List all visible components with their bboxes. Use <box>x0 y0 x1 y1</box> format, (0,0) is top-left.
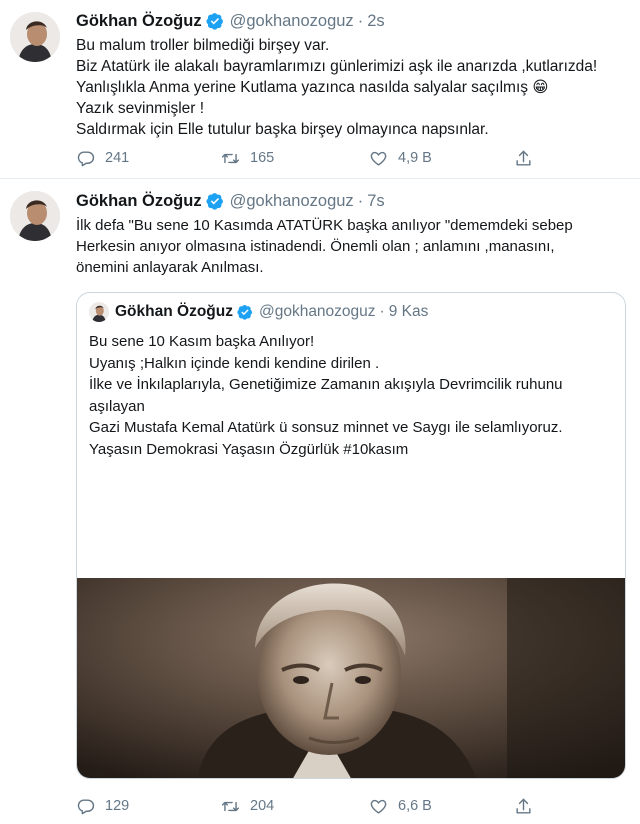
tweet-actions: 241 165 4,9 B <box>76 147 546 169</box>
avatar[interactable] <box>10 12 60 62</box>
author-name[interactable]: Gökhan Özoğuz <box>76 12 202 31</box>
retweet-count: 204 <box>250 798 275 814</box>
share-icon <box>516 798 531 814</box>
separator-dot: · <box>379 303 385 320</box>
author-handle[interactable]: @gokhanozoguz <box>230 12 354 31</box>
separator-dot: · <box>357 11 364 30</box>
reply-count: 241 <box>105 150 130 166</box>
like-count: 4,9 B <box>398 150 432 166</box>
author-name[interactable]: Gökhan Özoğuz <box>76 192 202 211</box>
retweet-icon <box>221 153 240 163</box>
tweet-timestamp[interactable]: 2s <box>367 12 384 31</box>
like-button[interactable]: 6,6 B <box>369 797 432 816</box>
quoted-author-handle: @gokhanozoguz <box>258 303 376 320</box>
quoted-tweet-photo[interactable] <box>77 578 625 778</box>
quoted-tweet-text: Bu sene 10 Kasım başka Anılıyor! Uyanış … <box>89 333 563 458</box>
heart-icon <box>370 151 387 166</box>
quoted-avatar <box>89 302 109 322</box>
like-count: 6,6 B <box>398 798 432 814</box>
quoted-author-name: Gökhan Özoğuz <box>115 303 233 320</box>
reply-icon <box>77 150 95 166</box>
retweet-button[interactable]: 204 <box>221 797 274 816</box>
like-button[interactable]: 4,9 B <box>369 149 432 168</box>
reply-count: 129 <box>105 798 130 814</box>
quoted-tweet[interactable]: Gökhan Özoğuz @gokhanozoguz · 9 Kas Bu s… <box>76 292 626 779</box>
quoted-timestamp: 9 Kas <box>388 303 429 320</box>
tweet[interactable]: Gökhan Özoğuz @gokhanozoguz · 2s Bu malu… <box>0 0 640 179</box>
share-button[interactable] <box>514 149 543 168</box>
retweet-icon <box>221 801 240 811</box>
verified-badge-icon <box>206 193 223 210</box>
share-button[interactable] <box>514 797 543 816</box>
heart-icon <box>370 799 387 814</box>
author-handle[interactable]: @gokhanozoguz <box>230 192 354 211</box>
reply-button[interactable]: 241 <box>76 149 129 168</box>
tweet[interactable]: Gökhan Özoğuz @gokhanozoguz · 7s İlk def… <box>0 179 640 824</box>
avatar[interactable] <box>10 191 60 241</box>
tweet-text: İlk defa "Bu sene 10 Kasımda ATATÜRK baş… <box>76 217 573 276</box>
tweet-actions: 129 204 6,6 B <box>76 795 546 817</box>
tweet-timestamp[interactable]: 7s <box>367 192 384 211</box>
reply-button[interactable]: 129 <box>76 797 129 816</box>
share-icon <box>516 150 531 166</box>
verified-badge-icon <box>206 13 223 30</box>
retweet-count: 165 <box>250 150 275 166</box>
reply-icon <box>77 798 95 814</box>
retweet-button[interactable]: 165 <box>221 149 274 168</box>
separator-dot: · <box>357 191 364 210</box>
verified-badge-icon <box>237 305 253 320</box>
tweet-text: Bu malum troller bilmediği birşey var. B… <box>76 37 598 138</box>
